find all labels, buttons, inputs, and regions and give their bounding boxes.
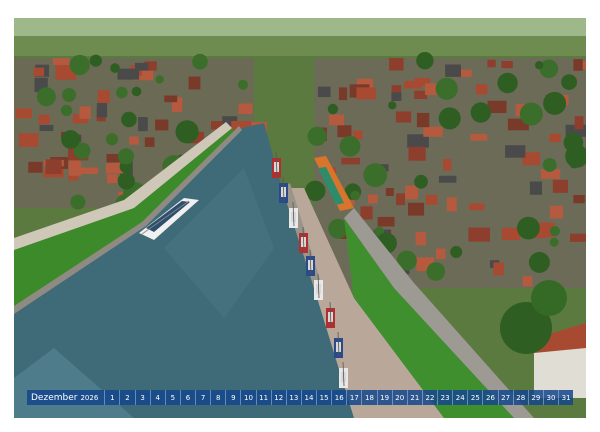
day-numbers: 1 2 3 4 5 6 7 8 9 10 11 12 13 14 15 16 17 18 19 20 21 22 23 24 2… (104, 390, 573, 405)
day-27: 27 (497, 390, 513, 405)
day-22: 22 (421, 390, 437, 405)
day-24: 24 (452, 390, 467, 405)
day-2: 2 (119, 390, 134, 405)
day-1: 1 (104, 390, 119, 405)
day-8: 8 (210, 390, 225, 405)
day-29: 29 (527, 390, 543, 405)
day-17: 17 (346, 390, 361, 405)
day-26: 26 (482, 390, 497, 405)
day-16: 16 (331, 390, 346, 405)
day-11: 11 (255, 390, 271, 405)
day-30: 30 (542, 390, 558, 405)
day-14: 14 (300, 390, 316, 405)
day-13: 13 (285, 390, 301, 405)
day-31: 31 (558, 390, 573, 405)
day-19: 19 (376, 390, 392, 405)
month-label: Dezember (31, 392, 78, 403)
day-23: 23 (437, 390, 452, 405)
day-18: 18 (361, 390, 376, 405)
day-4: 4 (149, 390, 165, 405)
day-9: 9 (225, 390, 240, 405)
day-28: 28 (512, 390, 528, 405)
photo-illustration (14, 18, 586, 418)
day-3: 3 (134, 390, 150, 405)
calendar-strip: Dezember 2026 1 2 3 4 5 6 7 8 9 10 11 12 13 14 15 16 17 1… (27, 390, 573, 405)
day-21: 21 (406, 390, 422, 405)
year-label: 2026 (80, 393, 99, 402)
day-20: 20 (391, 390, 407, 405)
day-25: 25 (467, 390, 482, 405)
day-5: 5 (164, 390, 180, 405)
day-6: 6 (179, 390, 195, 405)
day-10: 10 (240, 390, 255, 405)
day-12: 12 (270, 390, 286, 405)
harbor-aerial-photo: Dezember 2026 1 2 3 4 5 6 7 8 9 10 11 12 13 14 15 16 17 1… (14, 18, 586, 418)
day-7: 7 (195, 390, 210, 405)
calendar-page: Dezember 2026 1 2 3 4 5 6 7 8 9 10 11 12 13 14 15 16 17 1… (0, 0, 600, 432)
day-15: 15 (316, 390, 331, 405)
